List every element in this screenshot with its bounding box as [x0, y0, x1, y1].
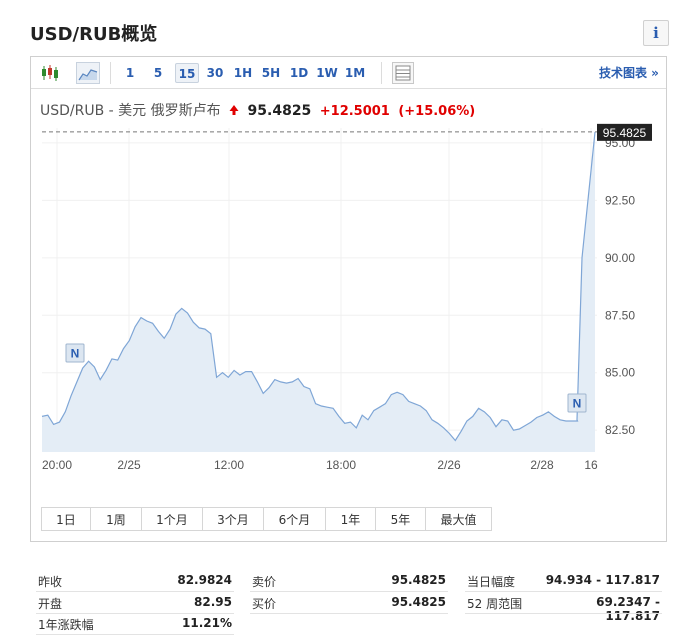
- divider: [465, 613, 662, 614]
- current-price-label: 95.4825: [603, 126, 647, 140]
- divider: [465, 591, 662, 592]
- period-1y[interactable]: 1年: [325, 507, 376, 531]
- period-max[interactable]: 最大值: [425, 507, 492, 531]
- x-tick-label: 2/25: [117, 458, 141, 472]
- stat-label-52w-range: 52 周范围: [467, 597, 523, 611]
- stat-value-52w-range: 69.2347 - 117.817: [596, 595, 660, 623]
- y-tick-label: 87.50: [605, 308, 635, 322]
- divider: [36, 591, 234, 592]
- x-tick-label: 2/26: [437, 458, 461, 472]
- period-6m[interactable]: 6个月: [263, 507, 326, 531]
- stat-label-day-range: 当日幅度: [467, 575, 516, 589]
- price-area: [42, 131, 595, 452]
- stat-value-bid: 95.4825: [391, 595, 446, 609]
- x-tick-label: 2/28: [530, 458, 554, 472]
- stat-label-bid: 买价: [252, 597, 277, 611]
- y-tick-label: 82.50: [605, 423, 635, 437]
- y-tick-label: 90.00: [605, 251, 635, 265]
- price-chart[interactable]: 95.0092.5090.0087.5085.0082.5020:00 2/25 1…: [0, 0, 684, 500]
- x-tick-label: 16: [584, 458, 598, 472]
- divider: [36, 634, 234, 635]
- stat-value-1y-change: 11.21%: [182, 616, 232, 630]
- divider: [250, 613, 448, 614]
- x-tick-label: 12:00: [214, 458, 244, 472]
- period-1d[interactable]: 1日: [41, 507, 91, 531]
- period-3m[interactable]: 3个月: [202, 507, 264, 531]
- period-5y[interactable]: 5年: [375, 507, 426, 531]
- stat-value-day-range: 94.934 - 117.817: [545, 573, 660, 587]
- stat-value-prev-close: 82.9824: [177, 573, 232, 587]
- y-tick-label: 85.00: [605, 366, 635, 380]
- stat-label-open: 开盘: [38, 597, 63, 611]
- x-tick-label: 18:00: [326, 458, 356, 472]
- news-marker-label: N: [71, 347, 80, 361]
- stat-label-1y-change: 1年涨跌幅: [38, 618, 94, 632]
- stat-value-ask: 95.4825: [391, 573, 446, 587]
- period-1m[interactable]: 1个月: [141, 507, 203, 531]
- y-tick-label: 92.50: [605, 193, 635, 207]
- stat-label-prev-close: 昨收: [38, 575, 63, 589]
- x-tick-label: 20:00: [42, 458, 72, 472]
- divider: [36, 613, 234, 614]
- stat-value-open: 82.95: [194, 595, 232, 609]
- stat-label-ask: 卖价: [252, 575, 277, 589]
- divider: [250, 591, 448, 592]
- news-marker-label: N: [573, 397, 582, 411]
- period-1w[interactable]: 1周: [90, 507, 142, 531]
